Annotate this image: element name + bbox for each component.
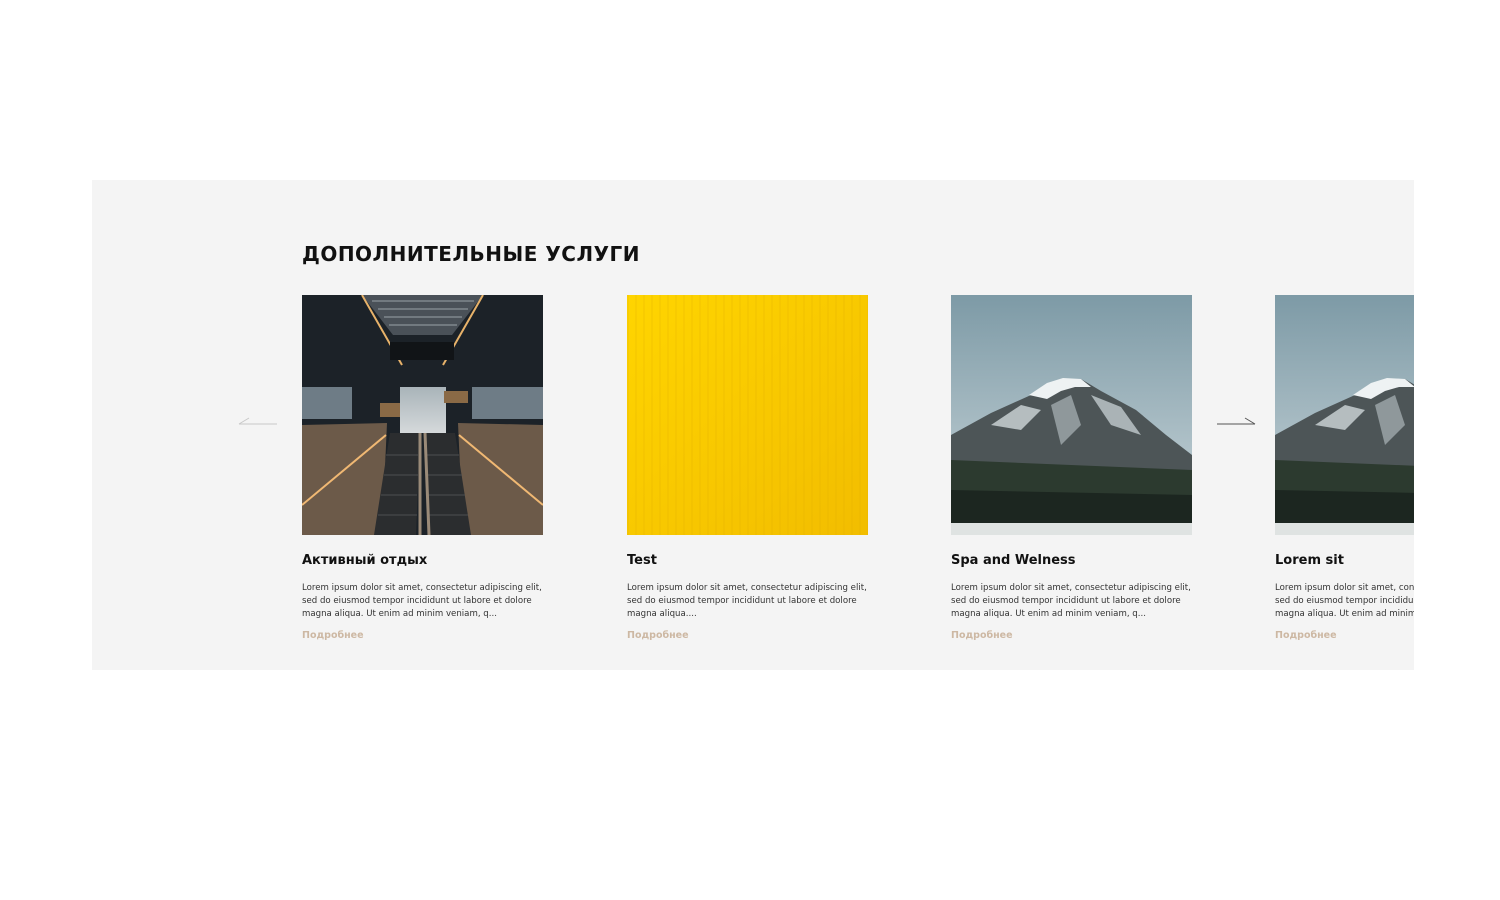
card-description: Lorem ipsum dolor sit amet, consectetur …	[302, 583, 542, 619]
more-link[interactable]: Подробнее	[951, 630, 1013, 641]
card-image[interactable]	[627, 295, 868, 535]
card-title[interactable]: Активный отдых	[302, 553, 427, 568]
service-card[interactable]: Spa and Welness Lorem ipsum dolor sit am…	[951, 295, 1192, 641]
arrow-right-icon	[1217, 417, 1256, 425]
escalator-station-photo	[302, 295, 543, 535]
card-image[interactable]	[302, 295, 543, 535]
card-image[interactable]	[1275, 295, 1414, 535]
service-card[interactable]: Активный отдых Lorem ipsum dolor sit ame…	[302, 295, 543, 641]
card-image[interactable]	[951, 295, 1192, 535]
card-description: Lorem ipsum dolor sit amet, consectetur …	[627, 583, 867, 619]
card-title[interactable]: Lorem sit	[1275, 553, 1344, 568]
card-title[interactable]: Spa and Welness	[951, 553, 1076, 568]
card-description: Lorem ipsum dolor sit amet, consectetur …	[951, 583, 1191, 619]
service-card[interactable]: Lorem sit Lorem ipsum dolor sit amet, co…	[1275, 295, 1414, 641]
more-link[interactable]: Подробнее	[302, 630, 364, 641]
section-title: ДОПОЛНИТЕЛЬНЫЕ УСЛУГИ	[302, 242, 640, 266]
slider-prev-button[interactable]	[237, 414, 279, 432]
more-link[interactable]: Подробнее	[1275, 630, 1337, 641]
card-description: Lorem ipsum dolor sit amet, consectetur …	[1275, 583, 1414, 619]
arrow-left-icon	[238, 417, 277, 425]
service-card[interactable]: Test Lorem ipsum dolor sit amet, consect…	[627, 295, 868, 641]
slider-next-button[interactable]	[1215, 414, 1257, 432]
additional-services-section: ДОПОЛНИТЕЛЬНЫЕ УСЛУГИ Активный отдых Lor…	[92, 180, 1414, 670]
yellow-texture-photo	[627, 295, 868, 535]
more-link[interactable]: Подробнее	[627, 630, 689, 641]
mountain-photo	[1275, 295, 1414, 535]
card-title[interactable]: Test	[627, 553, 657, 568]
mountain-photo	[951, 295, 1192, 535]
